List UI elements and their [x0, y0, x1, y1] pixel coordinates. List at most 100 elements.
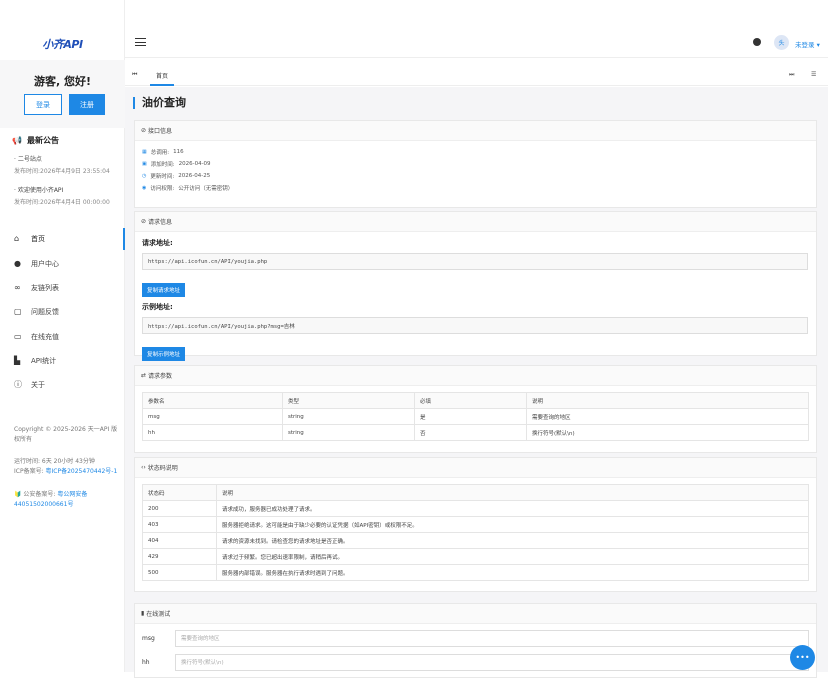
table-row: 500 服务器内部错误。服务器在执行请求时遇到了问题。: [142, 564, 809, 581]
palette-icon[interactable]: [753, 38, 761, 46]
greeting: 游客, 您好!: [33, 75, 92, 88]
code-icon: ‹›: [141, 464, 148, 471]
online-test-card: ▮ 在线测试 msg 需要查询的地区 hh 换行符号(默认\n): [134, 603, 817, 678]
link-icon: ⊘: [141, 218, 148, 225]
notice-item-date: 发布时间:2026年4月4日 00:00:00: [14, 199, 110, 206]
sidebar-item-label: 友链列表: [31, 284, 59, 292]
info-label: 更新时间:: [150, 174, 175, 180]
notice-item-title: · 二号站点: [14, 156, 42, 163]
avatar[interactable]: 头: [774, 35, 789, 50]
tab-bar: ⏮ 首页 ⏭ ☰: [125, 66, 828, 86]
request-info-card: ⊘ 请求信息 请求地址: https://api.icofun.cn/API/y…: [134, 211, 817, 361]
card-header: ▮ 在线测试: [135, 604, 816, 624]
card-header-text: 状态码说明: [147, 465, 178, 472]
sidebar-item-label: 问题反馈: [31, 308, 59, 316]
sidebar-item-api-stats[interactable]: ▙ API统计: [0, 350, 125, 372]
example-url-field[interactable]: https://api.icofun.cn/API/youjia.php?msg…: [142, 317, 808, 334]
tab-home[interactable]: 首页: [150, 66, 175, 86]
login-status-text: 未登录: [795, 41, 815, 49]
card-header-text: 接口信息: [147, 128, 172, 135]
menu-toggle-icon[interactable]: [135, 38, 146, 46]
table-cell: hh: [142, 424, 283, 441]
table-row: msg string 是 需要查询的地区: [142, 408, 809, 425]
table-row: hh string 否 换行符号(默认\n): [142, 424, 809, 441]
chart-icon: ▙: [14, 356, 21, 365]
tab-menu-icon[interactable]: ☰: [811, 71, 816, 78]
sidebar-item-home[interactable]: ⌂ 首页: [0, 228, 125, 250]
megaphone-icon: 📢: [12, 136, 22, 145]
table-cell: 请求过于频繁。您已超出速率限制，请稍后再试。: [216, 548, 809, 565]
sidebar-item-label: 用户中心: [31, 260, 59, 268]
column-header: 说明: [216, 484, 809, 501]
tab-prev-icon[interactable]: ⏮: [132, 71, 137, 79]
main-content: 油价查询 ⊘ 接口信息 ▦ 总调用: 116 ▣ 添加时间: 2026-04-09 ◷ 更…: [125, 87, 828, 678]
request-url-field[interactable]: https://api.icofun.cn/API/youjia.php: [142, 253, 808, 270]
column-header: 类型: [282, 392, 415, 409]
notice-item[interactable]: · 欢迎使用小齐API 发布时间:2026年4月4日 00:00:00: [14, 185, 110, 206]
sidebar-item-label: API统计: [31, 357, 57, 365]
chat-icon: •••: [795, 653, 810, 662]
card-header-text: 在线测试: [146, 611, 171, 618]
table-cell: 200: [142, 500, 217, 517]
column-header: 状态码: [142, 484, 217, 501]
login-button[interactable]: 登录: [24, 94, 62, 115]
table-row: 429 请求过于频繁。您已超出速率限制，请稍后再试。: [142, 548, 809, 565]
info-total-calls: ▦ 总调用: 116: [142, 146, 816, 158]
table-row: 403 服务器拒绝请求。这可能是由于缺少必要的认证凭据（如API密钥）或权限不足。: [142, 516, 809, 533]
table-cell: 请求成功，服务器已成功处理了请求。: [216, 500, 809, 517]
icp-info: ICP备案号: 粤ICP备2025470442号-1: [14, 467, 122, 477]
card-header-text: 请求信息: [147, 219, 172, 226]
notice-title-text: 最新公告: [26, 136, 59, 145]
table-cell: 需要查询的地区: [526, 408, 809, 425]
register-button[interactable]: 注册: [69, 94, 105, 115]
table-cell: 429: [142, 548, 217, 565]
sidebar-item-about[interactable]: ⓘ 关于: [0, 374, 125, 396]
msg-input[interactable]: 需要查询的地区: [175, 629, 809, 647]
table-cell: string: [282, 408, 415, 425]
table-cell: 服务器拒绝请求。这可能是由于缺少必要的认证凭据（如API密钥）或权限不足。: [216, 516, 809, 533]
params-table: 参数名 类型 必填 说明 msg string 是 需要查询的地区 hh str…: [142, 392, 809, 441]
column-header: 参数名: [142, 392, 283, 409]
hh-input[interactable]: 换行符号(默认\n): [175, 653, 809, 671]
sidebar-item-recharge[interactable]: ▭ 在线充值: [0, 326, 125, 348]
copyright: Copyright © 2025-2026 天一API 版权所有: [14, 426, 118, 443]
icp-link[interactable]: 粤ICP备2025470442号-1: [46, 468, 118, 475]
police-badge-icon: 🔰: [14, 491, 22, 498]
table-header-row: 状态码 说明: [142, 484, 809, 501]
table-cell: 请求的资源未找到。请检查您的请求地址是否正确。: [216, 532, 809, 549]
field-label: msg: [142, 634, 155, 642]
police-label: 公安备案号:: [23, 491, 56, 498]
request-params-card: ⇄ 请求参数 参数名 类型 必填 说明 msg string 是 需要查询的地区…: [134, 365, 817, 453]
test-field-msg: msg 需要查询的地区: [142, 628, 816, 648]
table-cell: 403: [142, 516, 217, 533]
notice-item[interactable]: · 二号站点 发布时间:2026年4月9日 23:55:04: [14, 154, 110, 175]
card-header: ⇄ 请求参数: [135, 366, 816, 386]
column-header: 说明: [526, 392, 809, 409]
test-field-hh: hh 换行符号(默认\n): [142, 652, 816, 672]
site-logo[interactable]: 小齐API: [10, 30, 115, 58]
card-header: ‹› 状态码说明: [135, 458, 816, 478]
request-url-label: 请求地址:: [142, 239, 173, 247]
sidebar-item-links[interactable]: ∞ 友链列表: [0, 277, 125, 299]
police-info: 🔰 公安备案号: 粤公网安备44051502000661号: [14, 490, 122, 510]
user-icon: ●: [14, 259, 21, 268]
table-header-row: 参数名 类型 必填 说明: [142, 392, 809, 409]
table-cell: 换行符号(默认\n): [526, 424, 809, 441]
info-label: 添加时间:: [150, 162, 175, 168]
table-cell: 否: [414, 424, 527, 441]
lock-icon: ◉: [142, 185, 147, 191]
sidebar-item-user-center[interactable]: ● 用户中心: [0, 253, 125, 275]
tab-next-icon[interactable]: ⏭: [789, 71, 794, 79]
chat-button[interactable]: •••: [790, 645, 815, 670]
info-label: 访问权限:: [150, 186, 175, 192]
info-value: 2026-04-25: [178, 173, 211, 179]
sidebar-item-feedback[interactable]: ▢ 问题反馈: [0, 301, 125, 323]
copy-request-url-button[interactable]: 复制请求地址: [142, 283, 186, 297]
calendar-icon: ▣: [142, 161, 147, 167]
icp-label: ICP备案号:: [14, 468, 44, 475]
copy-example-url-button[interactable]: 复制示例地址: [142, 347, 186, 361]
card-header: ⊘ 请求信息: [135, 212, 816, 232]
login-status-dropdown[interactable]: 未登录 ▾: [795, 39, 820, 49]
column-header: 必填: [414, 392, 527, 409]
table-cell: 500: [142, 564, 217, 581]
